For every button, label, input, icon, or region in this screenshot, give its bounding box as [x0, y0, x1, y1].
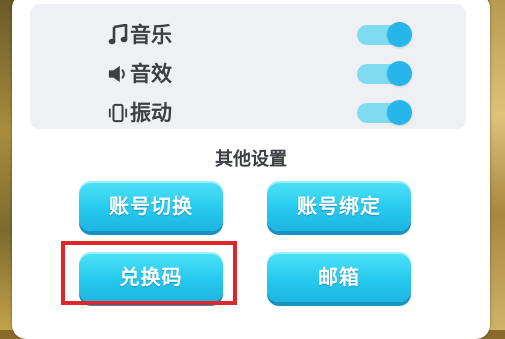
- settings-panel: 音乐 音效 振动 其他设置 账号切换 账号绑定 兑换码 邮箱: [12, 0, 490, 339]
- mailbox-button[interactable]: 邮箱: [267, 252, 411, 302]
- sound-effects-toggle-knob: [387, 61, 412, 86]
- music-note-icon: [108, 24, 128, 45]
- redeem-code-highlight: [61, 241, 237, 305]
- speaker-icon: [108, 65, 125, 83]
- vibration-toggle-knob: [387, 100, 412, 125]
- sound-settings-box: 音乐 音效 振动: [30, 4, 466, 129]
- sound-effects-label: 音效: [130, 62, 172, 86]
- toggle-row-sound-effects: 音效: [30, 59, 466, 89]
- music-toggle-knob: [387, 22, 412, 47]
- music-toggle[interactable]: [357, 22, 413, 47]
- toggle-row-vibration: 振动: [30, 98, 466, 128]
- switch-account-button[interactable]: 账号切换: [79, 181, 223, 231]
- bind-account-button[interactable]: 账号绑定: [267, 181, 411, 231]
- game-background-right: [489, 0, 505, 330]
- vibration-icon: [108, 103, 128, 123]
- music-label: 音乐: [130, 23, 172, 47]
- vibration-label: 振动: [130, 101, 172, 125]
- other-settings-title: 其他设置: [215, 149, 287, 170]
- vibration-toggle[interactable]: [357, 100, 413, 125]
- toggle-row-music: 音乐: [30, 20, 466, 50]
- sound-effects-toggle[interactable]: [357, 61, 413, 86]
